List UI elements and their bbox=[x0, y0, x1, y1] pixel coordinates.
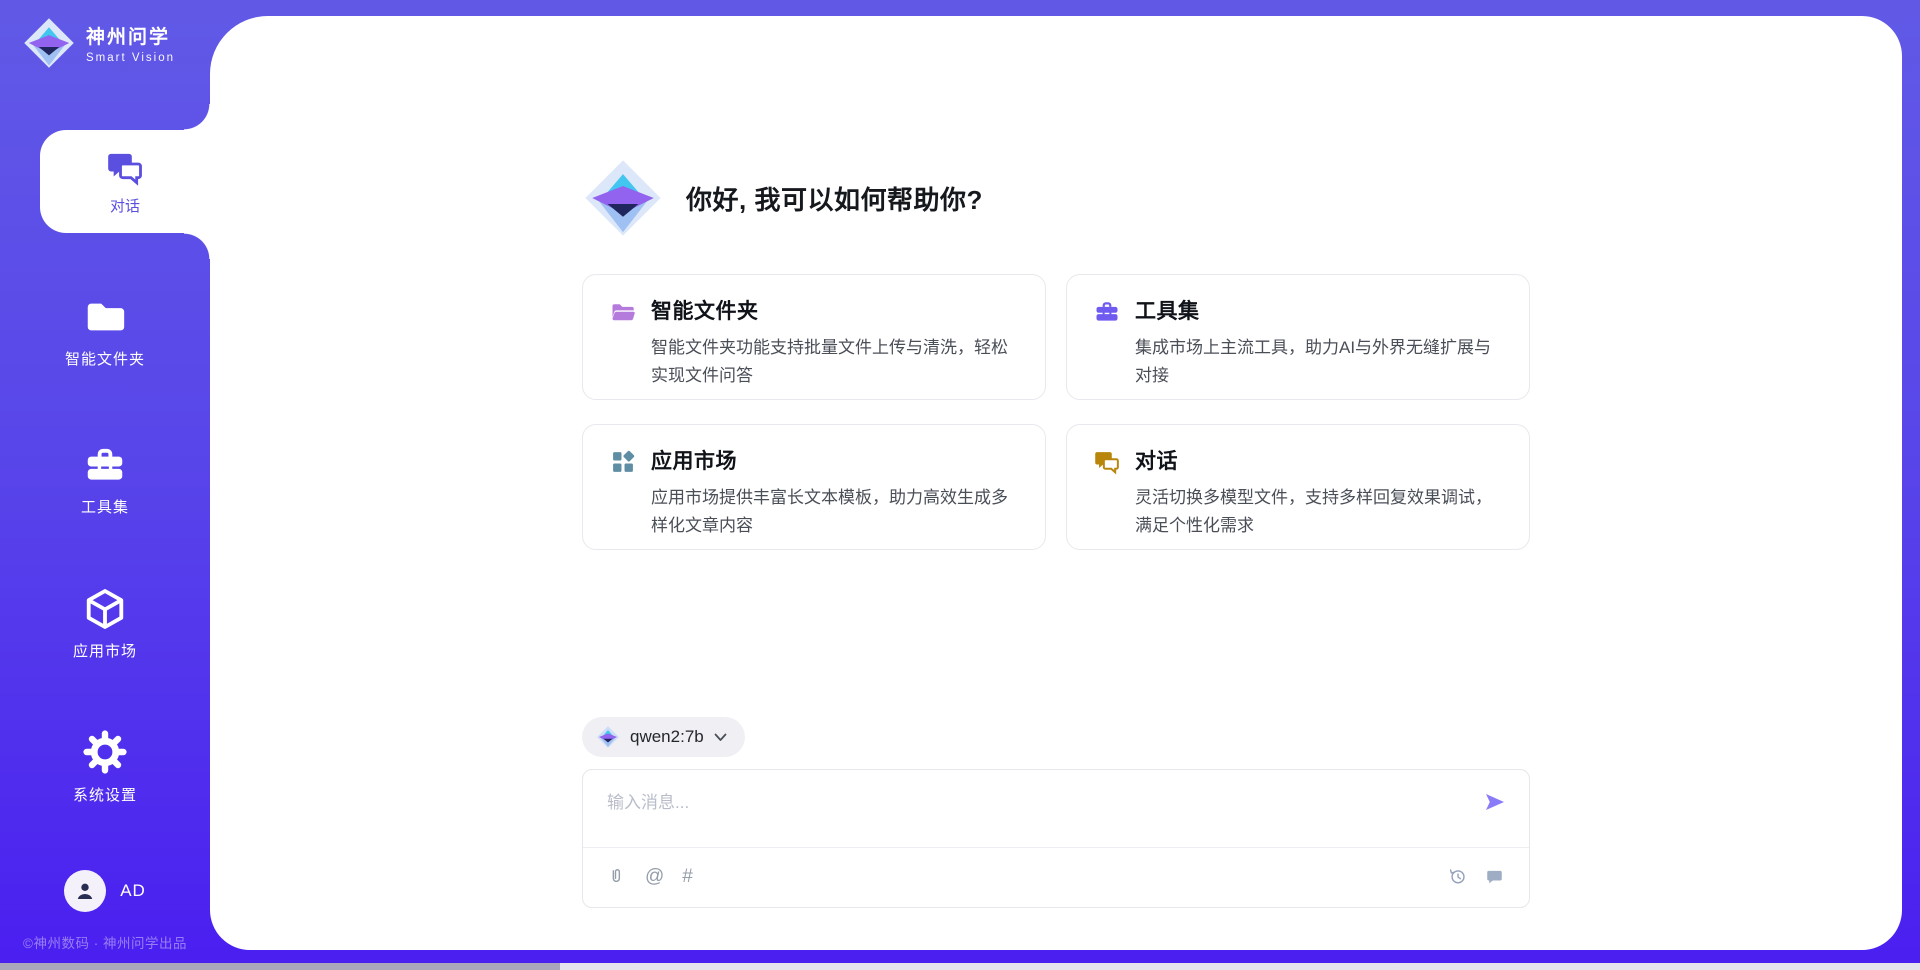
sidebar-item-label: 应用市场 bbox=[73, 640, 137, 661]
card-chat[interactable]: 对话 灵活切换多模型文件，支持多样回复效果调试，满足个性化需求 bbox=[1066, 424, 1530, 550]
card-description: 集成市场上主流工具，助力AI与外界无缝扩展与对接 bbox=[1135, 334, 1507, 390]
send-icon bbox=[1483, 790, 1507, 814]
folder-open-icon bbox=[609, 298, 637, 326]
greeting-title: 你好, 我可以如何帮助你? bbox=[686, 180, 983, 217]
card-smart-folder[interactable]: 智能文件夹 智能文件夹功能支持批量文件上传与清洗，轻松实现文件问答 bbox=[582, 274, 1046, 400]
sidebar-item-label: 对话 bbox=[110, 195, 140, 216]
history-icon bbox=[1447, 866, 1468, 887]
card-description: 灵活切换多模型文件，支持多样回复效果调试，满足个性化需求 bbox=[1135, 484, 1507, 540]
sidebar: 神州问学 Smart Vision 对话 智能文件夹 bbox=[0, 0, 210, 970]
sidebar-item-smart-folder[interactable]: 智能文件夹 bbox=[0, 294, 210, 369]
sidebar-item-toolset[interactable]: 工具集 bbox=[0, 442, 210, 517]
main-panel: 你好, 我可以如何帮助你? 智能文件夹 智 bbox=[210, 16, 1902, 950]
composer-toolbar: @ # bbox=[583, 846, 1529, 907]
gem-diamond-icon bbox=[22, 16, 76, 70]
history-button[interactable] bbox=[1447, 866, 1468, 887]
brand-logo: 神州问学 Smart Vision bbox=[22, 16, 175, 70]
model-selector[interactable]: qwen2:7b bbox=[582, 717, 745, 757]
message-input[interactable] bbox=[583, 770, 1463, 840]
topic-icon[interactable]: # bbox=[682, 867, 693, 886]
gem-diamond-icon bbox=[582, 156, 664, 240]
sidebar-footer: ©神州数码 · 神州问学出品 bbox=[0, 932, 210, 952]
message-composer: @ # bbox=[582, 769, 1530, 908]
brand-name: 神州问学 bbox=[86, 22, 175, 49]
card-title: 工具集 bbox=[1135, 295, 1507, 325]
avatar bbox=[64, 870, 106, 912]
briefcase-icon bbox=[82, 442, 128, 488]
model-name: qwen2:7b bbox=[630, 727, 704, 747]
app-grid-icon bbox=[609, 448, 637, 476]
cube-icon bbox=[82, 586, 128, 632]
horizontal-scrollbar[interactable] bbox=[0, 963, 1920, 970]
chevron-down-icon bbox=[714, 733, 727, 742]
brand-subtitle: Smart Vision bbox=[86, 52, 175, 64]
send-button[interactable] bbox=[1483, 790, 1507, 814]
briefcase-icon bbox=[1093, 298, 1121, 326]
gem-diamond-icon bbox=[596, 725, 620, 749]
greeting: 你好, 我可以如何帮助你? bbox=[582, 156, 1530, 240]
chat-bubbles-icon bbox=[105, 148, 145, 188]
card-description: 应用市场提供丰富长文本模板，助力高效生成多样化文章内容 bbox=[651, 484, 1023, 540]
mention-icon[interactable]: @ bbox=[645, 867, 664, 886]
chat-square-icon bbox=[1484, 866, 1505, 887]
sidebar-item-label: 智能文件夹 bbox=[65, 348, 145, 369]
app-screen: 神州问学 Smart Vision 对话 智能文件夹 bbox=[0, 0, 1920, 970]
card-title: 应用市场 bbox=[651, 445, 1023, 475]
feature-cards: 智能文件夹 智能文件夹功能支持批量文件上传与清洗，轻松实现文件问答 bbox=[582, 274, 1530, 550]
card-description: 智能文件夹功能支持批量文件上传与清洗，轻松实现文件问答 bbox=[651, 334, 1023, 390]
card-title: 对话 bbox=[1135, 445, 1507, 475]
chat-bubbles-icon bbox=[1093, 448, 1121, 476]
card-app-market[interactable]: 应用市场 应用市场提供丰富长文本模板，助力高效生成多样化文章内容 bbox=[582, 424, 1046, 550]
paperclip-icon bbox=[607, 867, 627, 887]
sidebar-item-label: 系统设置 bbox=[73, 784, 137, 805]
card-toolset[interactable]: 工具集 集成市场上主流工具，助力AI与外界无缝扩展与对接 bbox=[1066, 274, 1530, 400]
sidebar-item-settings[interactable]: 系统设置 bbox=[0, 728, 210, 805]
person-icon bbox=[72, 878, 98, 904]
attach-button[interactable] bbox=[607, 867, 627, 887]
feedback-button[interactable] bbox=[1484, 866, 1505, 887]
sidebar-item-app-market[interactable]: 应用市场 bbox=[0, 586, 210, 661]
gear-icon bbox=[81, 728, 129, 776]
sidebar-item-label: 工具集 bbox=[81, 496, 129, 517]
card-title: 智能文件夹 bbox=[651, 295, 1023, 325]
user-initials: AD bbox=[120, 881, 146, 901]
folder-icon bbox=[82, 294, 128, 340]
sidebar-item-chat[interactable]: 对话 bbox=[40, 130, 210, 233]
user-account[interactable]: AD bbox=[0, 870, 210, 912]
scrollbar-thumb[interactable] bbox=[0, 963, 560, 970]
